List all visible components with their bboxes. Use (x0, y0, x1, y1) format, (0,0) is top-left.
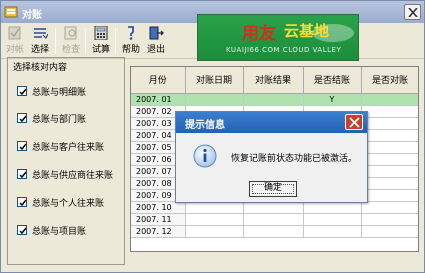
checkmark-icon (19, 171, 27, 179)
cell-reconcile-date[interactable] (185, 225, 244, 238)
select-label: 选择 (30, 45, 49, 55)
brand-banner: 用友 云基地 KUAIJI66.COM CLOUD VALLEY (197, 14, 359, 61)
checkmark-icon (19, 143, 27, 151)
checkmark-icon (19, 227, 27, 235)
cell-month[interactable]: 2007. 01 (131, 93, 186, 106)
cell-closed[interactable] (303, 225, 362, 238)
ok-button[interactable]: 确定 (249, 181, 297, 197)
cell-reconcile-date[interactable] (185, 213, 244, 226)
cell-closed[interactable]: Y (303, 93, 362, 106)
close-icon (408, 8, 418, 17)
exit-icon (149, 26, 164, 40)
checkmark-icon (19, 88, 27, 96)
checkbox[interactable] (17, 141, 27, 151)
cell-reconciled[interactable] (361, 93, 418, 106)
help-button[interactable]: 帮助 (120, 26, 142, 57)
app-icon (4, 6, 18, 18)
banner-sub-text: 云基地 (284, 22, 330, 40)
trial-button[interactable]: 试算 (90, 26, 112, 57)
checkbox-label: 总账与个人往来账 (32, 199, 105, 209)
reconcile-button[interactable]: 对帐 (4, 26, 26, 57)
checkbox[interactable] (17, 197, 27, 207)
checkbox-label: 总账与供应商往来账 (32, 171, 114, 181)
info-dialog: 提示信息 恢复记账前状态功能已被激活。 确定 (175, 111, 368, 203)
cell-reconciled[interactable] (361, 153, 418, 166)
cell-reconcile-result[interactable] (243, 93, 304, 106)
toolbar-separator (85, 28, 86, 54)
dialog-title: 提示信息 (185, 120, 225, 131)
check-button[interactable]: 检查 (60, 26, 82, 57)
dialog-close-button[interactable] (345, 114, 363, 130)
exit-button[interactable]: 退出 (145, 26, 167, 57)
help-icon (128, 26, 134, 40)
checkbox[interactable] (17, 113, 27, 123)
table-header-row: 月份 对账日期 对账结果 是否结账 是否对账 (131, 67, 418, 94)
reconcile-icon (8, 26, 21, 40)
reconcile-label: 对帐 (5, 45, 24, 55)
cell-reconciled[interactable] (361, 141, 418, 154)
table-row[interactable]: 2007. 01 Y (131, 93, 418, 106)
cell-closed[interactable] (303, 213, 362, 226)
cell-reconciled[interactable] (361, 225, 418, 238)
checkmark-icon (19, 115, 27, 123)
banner-main-text: 用友 (242, 24, 276, 44)
cell-reconciled[interactable] (361, 117, 418, 130)
checkbox[interactable] (17, 169, 27, 179)
toolbar-separator (115, 28, 116, 54)
dialog-title-bar[interactable]: 提示信息 (176, 112, 367, 133)
table-row[interactable]: 2007. 12 (131, 225, 418, 238)
checkbox-label: 总账与项目账 (32, 227, 87, 237)
column-header-month[interactable]: 月份 (131, 67, 186, 94)
info-icon (193, 144, 217, 168)
window-title: 对账 (22, 10, 42, 21)
checkbox[interactable] (17, 86, 27, 96)
content-selection-title: 选择核对内容 (12, 60, 69, 73)
cell-reconciled[interactable] (361, 105, 418, 118)
toolbar-separator (55, 28, 56, 54)
dialog-message: 恢复记账前状态功能已被激活。 (231, 154, 358, 164)
cell-reconciled[interactable] (361, 213, 418, 226)
cell-reconciled[interactable] (361, 129, 418, 142)
banner-english-text: KUAIJI66.COM CLOUD VALLEY (226, 46, 342, 54)
window-close-button[interactable] (404, 4, 421, 20)
checkbox-label: 总账与部门账 (32, 115, 87, 125)
cell-reconciled[interactable] (361, 201, 418, 214)
column-header-reconcile-date[interactable]: 对账日期 (185, 67, 244, 94)
checkbox[interactable] (17, 225, 27, 235)
exit-label: 退出 (146, 45, 165, 55)
table-row[interactable]: 2007. 11 (131, 213, 418, 226)
cell-reconcile-result[interactable] (243, 225, 304, 238)
cell-month[interactable]: 2007. 11 (131, 213, 186, 226)
checkbox-label: 总账与客户往来账 (32, 143, 105, 153)
close-icon (349, 117, 360, 128)
focus-rectangle (252, 184, 294, 194)
reconcile-window: 对账 对帐 选择 检查 试算 帮助 退出 用友 云基地 KUAIJI66.COM… (0, 0, 425, 273)
help-label: 帮助 (121, 45, 140, 55)
select-button[interactable]: 选择 (29, 26, 51, 57)
column-header-reconciled[interactable]: 是否对账 (361, 67, 418, 94)
cell-reconcile-date[interactable] (185, 93, 244, 106)
cell-reconciled[interactable] (361, 165, 418, 178)
calculator-icon (94, 26, 108, 40)
cell-reconciled[interactable] (361, 177, 418, 190)
column-header-reconcile-result[interactable]: 对账结果 (243, 67, 304, 94)
checkmark-icon (19, 199, 27, 207)
cell-reconciled[interactable] (361, 189, 418, 202)
trial-label: 试算 (91, 45, 110, 55)
checkbox-label: 总账与明细账 (32, 88, 87, 98)
cell-month[interactable]: 2007. 12 (131, 225, 186, 238)
column-header-closed[interactable]: 是否结账 (303, 67, 362, 94)
cell-reconcile-result[interactable] (243, 213, 304, 226)
check-icon (64, 26, 77, 40)
check-label: 检查 (61, 45, 80, 55)
select-list-icon (34, 28, 48, 40)
